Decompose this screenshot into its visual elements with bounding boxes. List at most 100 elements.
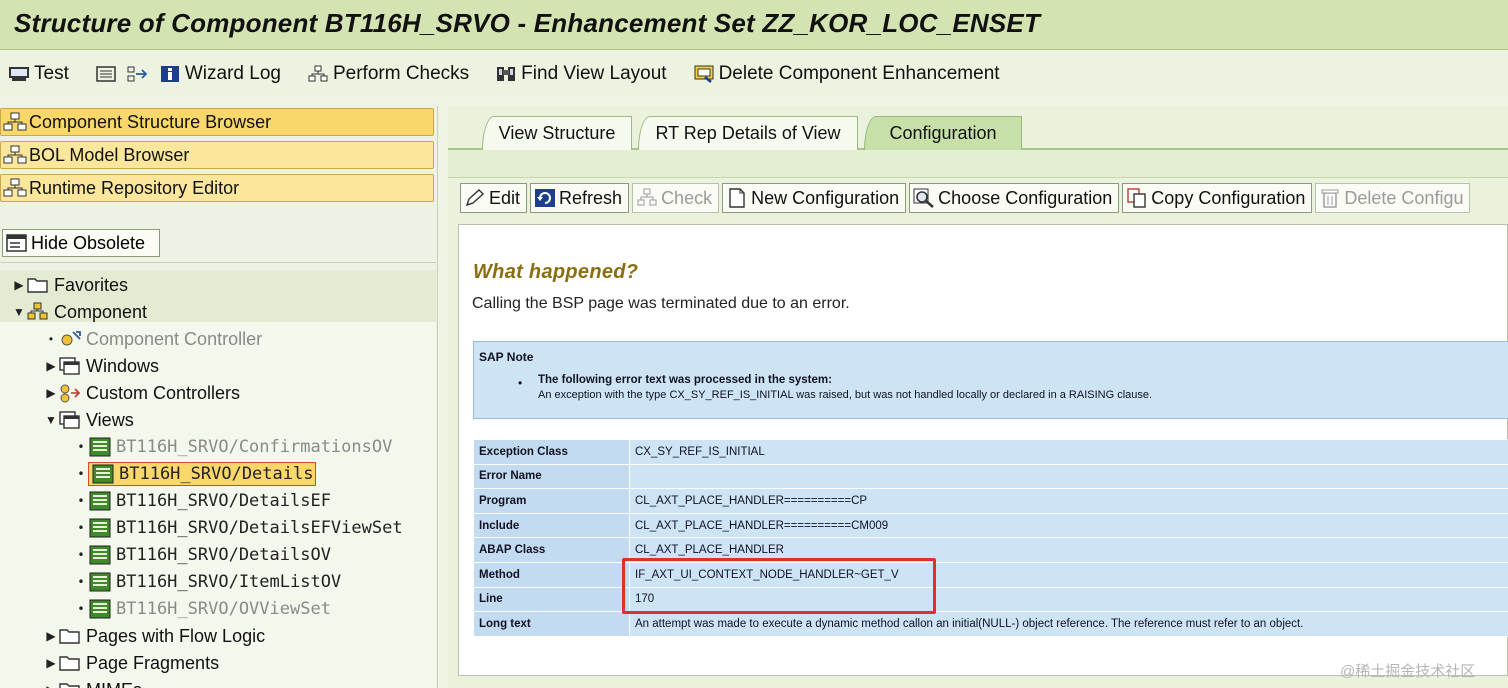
delete-component-enhancement-button[interactable]: Delete Component Enhancement [693,63,1000,85]
display-change-button[interactable] [95,65,117,83]
edit-label: Edit [489,187,521,208]
tree-node-label: Component [54,301,148,322]
row-key: ABAP Class [473,537,630,563]
test-label: Test [34,63,69,84]
tree-node-favorites[interactable]: ▶ Favorites [12,272,128,298]
list-icon [96,66,116,82]
selected-node-highlight[interactable]: BT116H_SRVO/Details [88,462,317,486]
row-value: CX_SY_REF_IS_INITIAL [629,439,1508,465]
sap-note-bullet-text: The following error text was processed i… [538,374,832,386]
new-configuration-button[interactable]: New Configuration [722,183,907,213]
tree-node-label: BT116H_SRVO/ConfirmationsOV [116,437,393,457]
find-view-layout-button[interactable]: Find View Layout [495,63,667,85]
check-button[interactable]: Check [632,183,720,213]
delete-component-enhancement-label: Delete Component Enhancement [718,63,1000,84]
tree-node-view-item[interactable]: • BT116H_SRVO/DetailsEF [74,488,331,514]
sap-note-detail: An exception with the type CX_SY_REF_IS_… [538,389,1153,401]
tab-label: RT Rep Details of View [655,123,841,143]
tree-node-windows[interactable]: ▶ Windows [44,353,159,379]
error-content-area: What happened? Calling the BSP page was … [458,224,1508,676]
info-icon [160,66,179,82]
refresh-button[interactable]: Refresh [530,183,630,213]
choose-configuration-button[interactable]: Choose Configuration [909,183,1120,213]
tree-node-label: Component Controller [86,328,263,349]
runtime-repository-editor-label: Runtime Repository Editor [29,177,240,198]
tree-node-mimes[interactable]: ▶ MIMEs [44,677,142,688]
row-key: Include [473,512,630,539]
component-tree: ▶ Favorites ▼ Component • Component Cont… [0,270,436,688]
magnifier-icon [913,188,934,208]
watermark-text: @稀土掘金技术社区 [1340,663,1476,680]
delete-configuration-label: Delete Configu [1344,187,1464,208]
bol-model-browser-label: BOL Model Browser [29,144,190,165]
expand-arrow-icon[interactable]: ▶ [44,683,58,688]
expand-arrow-icon[interactable]: ▶ [12,278,26,292]
tree-node-custom-controllers[interactable]: ▶ Custom Controllers [44,380,240,406]
hide-obsolete-button[interactable]: Hide Obsolete [2,229,160,257]
perform-checks-button[interactable]: Perform Checks [307,63,469,85]
binoculars-icon [497,67,516,81]
tree-node-view-item[interactable]: • BT116H_SRVO/DetailsEFViewSet [74,515,403,541]
tree-node-view-item[interactable]: • BT116H_SRVO/ConfirmationsOV [74,434,392,460]
tab-strip: View Structure RT Rep Details of View Co… [448,116,1508,150]
navigate-button[interactable] [127,65,149,83]
wizard-log-button[interactable]: Wizard Log [159,63,281,85]
check-label: Check [661,187,713,208]
expand-arrow-icon[interactable]: ▶ [44,629,58,643]
tree-node-component[interactable]: ▼ Component [12,299,147,325]
tree-node-pages-with-flow-logic[interactable]: ▶ Pages with Flow Logic [44,623,265,649]
structure-check-icon [308,65,328,82]
leaf-bullet-icon: • [77,440,85,454]
custom-controllers-icon [60,384,81,403]
row-key: Line [473,586,630,613]
folder-icon [59,629,80,644]
tree-structure-icon [3,178,27,197]
view-grid-icon [89,572,111,592]
row-key: Exception Class [473,439,630,465]
expand-arrow-icon[interactable]: ▶ [44,386,58,400]
table-row: Long text An attempt was made to execute … [473,611,1508,637]
pane-splitter[interactable] [0,262,436,270]
tree-node-view-item[interactable]: • BT116H_SRVO/ItemListOV [74,569,341,595]
sap-note-label: SAP Note [479,350,534,364]
tree-node-label: BT116H_SRVO/DetailsEFViewSet [116,518,403,538]
copy-configuration-button[interactable]: Copy Configuration [1122,183,1313,213]
error-summary: Calling the BSP page was terminated due … [472,295,850,312]
edit-button[interactable]: Edit [460,183,528,213]
row-key: Program [473,488,630,514]
delete-configuration-button[interactable]: Delete Configu [1315,183,1471,213]
tree-node-views[interactable]: ▼ Views [44,407,134,433]
tree-node-view-item[interactable]: • BT116H_SRVO/OVViewSet [74,596,331,622]
expand-arrow-icon[interactable]: ▶ [44,656,58,670]
collapse-arrow-icon[interactable]: ▼ [44,413,58,427]
component-structure-browser-button[interactable]: Component Structure Browser [0,108,434,136]
folder-icon [27,278,48,293]
row-key: Error Name [473,463,630,490]
tab-view-structure[interactable]: View Structure [482,116,632,150]
leaf-bullet-icon: • [77,494,85,508]
highlight-annotation-box [622,558,936,614]
leaf-bullet-icon: • [48,332,54,346]
main-toolbar: Test Wizard Log Perform Checks Find View… [0,52,1508,96]
expand-arrow-icon[interactable]: ▶ [44,359,58,373]
row-value [629,463,1508,490]
tree-node-component-controller[interactable]: • Component Controller [44,326,262,352]
runtime-repository-editor-button[interactable]: Runtime Repository Editor [0,174,434,202]
tree-node-view-item-selected[interactable]: • BT116H_SRVO/Details [74,461,317,487]
bol-model-browser-button[interactable]: BOL Model Browser [0,141,434,169]
tree-structure-icon [3,145,27,164]
tree-node-view-item[interactable]: • BT116H_SRVO/DetailsOV [74,542,331,568]
collapse-arrow-icon[interactable]: ▼ [12,305,26,319]
leaf-bullet-icon: • [77,575,85,589]
perform-checks-label: Perform Checks [332,63,470,84]
tab-rt-rep-details-of-view[interactable]: RT Rep Details of View [638,116,858,150]
tree-node-page-fragments[interactable]: ▶ Page Fragments [44,650,219,676]
tree-structure-icon [3,112,27,131]
tab-label: Configuration [889,123,997,143]
window-title-bar: Structure of Component BT116H_SRVO - Enh… [0,0,1508,50]
test-button[interactable]: Test [8,63,69,85]
page-title: Structure of Component BT116H_SRVO - Enh… [14,8,1041,38]
table-row: Exception Class CX_SY_REF_IS_INITIAL [473,439,1508,465]
row-key: Long text [473,611,630,637]
tab-configuration[interactable]: Configuration [864,116,1022,150]
